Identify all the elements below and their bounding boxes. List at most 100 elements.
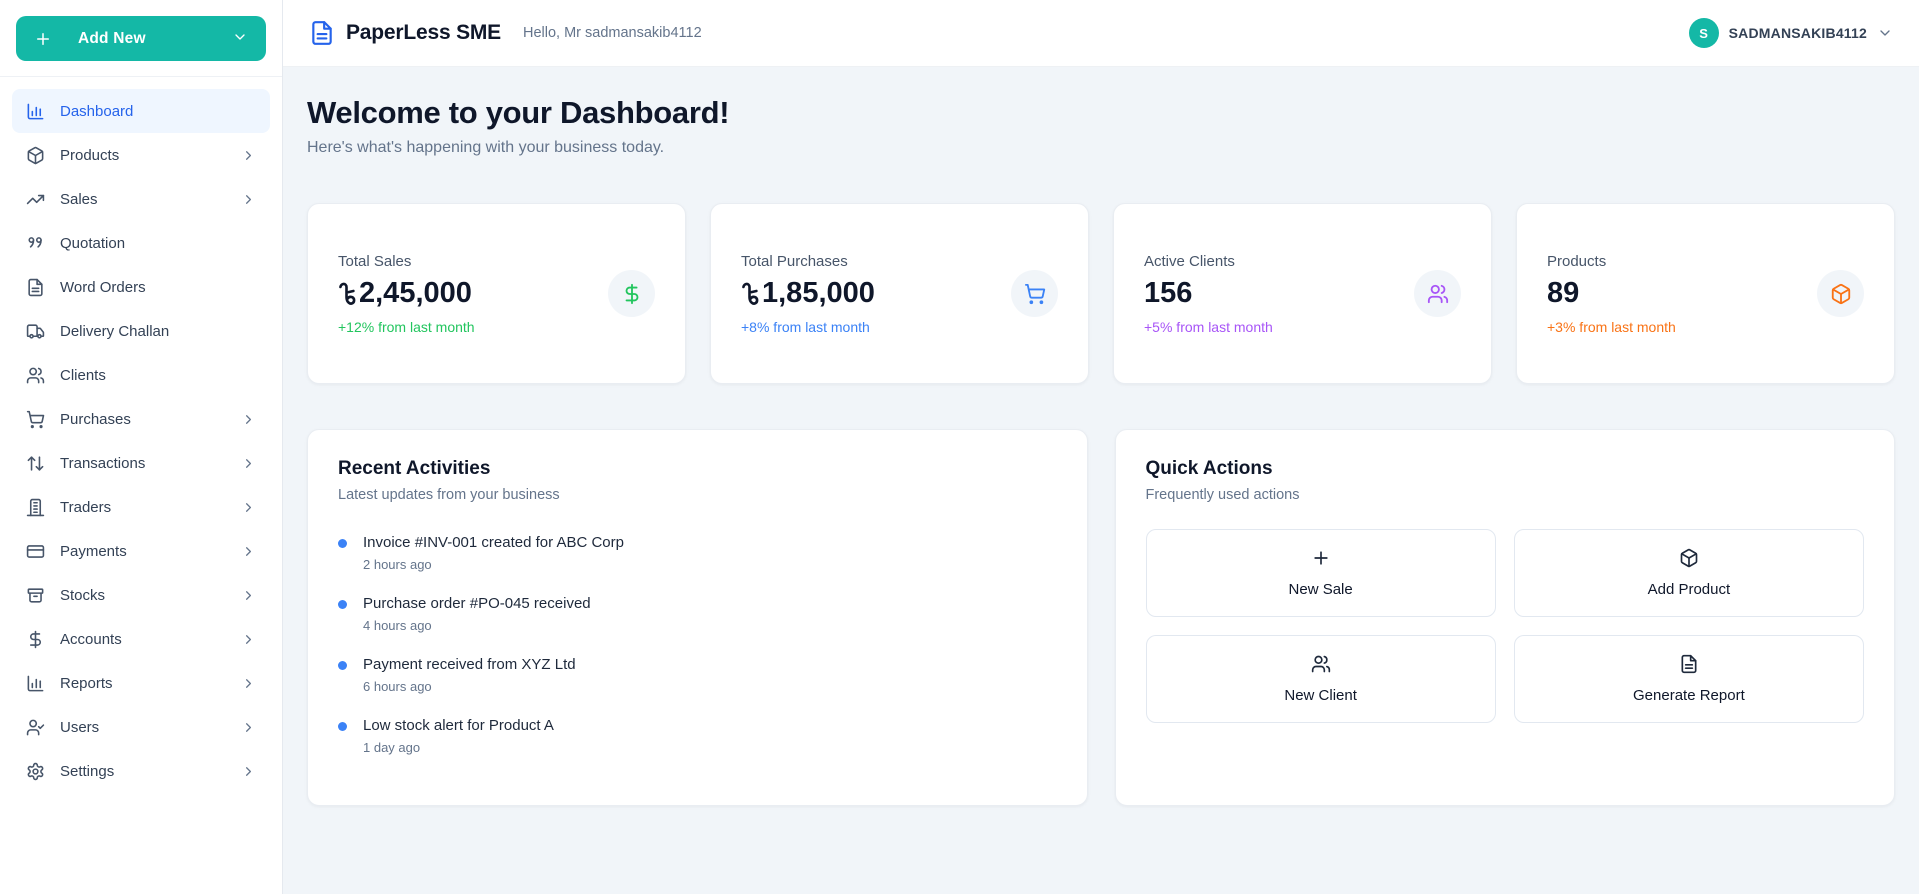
sidebar-item-accounts[interactable]: Accounts — [12, 617, 270, 661]
stat-delta: +3% from last month — [1547, 319, 1676, 335]
sidebar-item-traders[interactable]: Traders — [12, 485, 270, 529]
header: PaperLess SME Hello, Mr sadmansakib4112 … — [283, 0, 1919, 67]
chevron-right-icon — [241, 500, 256, 515]
stat-value: 2,45,000 — [338, 277, 475, 310]
sidebar-item-label: Stocks — [60, 587, 105, 604]
sidebar-item-label: Settings — [60, 763, 114, 780]
sidebar-item-products[interactable]: Products — [12, 133, 270, 177]
stat-label: Active Clients — [1144, 253, 1273, 270]
shopping-cart-icon — [26, 410, 45, 429]
stat-card-products: Products 89 +3% from last month — [1516, 203, 1895, 384]
sidebar-item-label: Purchases — [60, 411, 131, 428]
activity-item: Payment received from XYZ Ltd 6 hours ag… — [338, 655, 1057, 694]
package-icon — [1679, 548, 1699, 568]
users-icon — [26, 366, 45, 385]
panel-title: Recent Activities — [338, 458, 1057, 480]
gear-icon — [26, 762, 45, 781]
package-icon — [26, 146, 45, 165]
sidebar-item-word-orders[interactable]: Word Orders — [12, 265, 270, 309]
add-product-button[interactable]: Add Product — [1514, 529, 1864, 617]
username: SADMANSAKIB4112 — [1729, 25, 1867, 41]
sidebar-item-users[interactable]: Users — [12, 705, 270, 749]
chevron-right-icon — [241, 456, 256, 471]
activity-time: 6 hours ago — [363, 679, 576, 694]
plus-icon — [1311, 548, 1331, 568]
activity-item: Low stock alert for Product A 1 day ago — [338, 716, 1057, 755]
avatar: S — [1689, 18, 1719, 48]
sidebar-item-quotation[interactable]: Quotation — [12, 221, 270, 265]
add-new-label: Add New — [78, 30, 146, 48]
sidebar-item-clients[interactable]: Clients — [12, 353, 270, 397]
taka-currency-symbol — [741, 281, 759, 306]
stat-value: 156 — [1144, 277, 1273, 310]
package-icon — [1817, 270, 1864, 317]
sidebar-item-label: Quotation — [60, 235, 125, 252]
building-icon — [26, 498, 45, 517]
quote-icon — [26, 234, 45, 253]
users-icon — [1414, 270, 1461, 317]
stat-label: Total Purchases — [741, 253, 875, 270]
sidebar-item-stocks[interactable]: Stocks — [12, 573, 270, 617]
chevron-down-icon — [1877, 25, 1893, 41]
truck-icon — [26, 322, 45, 341]
credit-card-icon — [26, 542, 45, 561]
quick-actions-panel: Quick Actions Frequently used actions Ne… — [1115, 429, 1896, 806]
app-root: Add New Dashboard Products Sales — [0, 0, 1919, 894]
sidebar: Add New Dashboard Products Sales — [0, 0, 283, 894]
sidebar-item-sales[interactable]: Sales — [12, 177, 270, 221]
plus-icon — [34, 30, 52, 48]
stat-card-total-sales: Total Sales 2,45,000 +12% from last mont… — [307, 203, 686, 384]
sidebar-item-label: Accounts — [60, 631, 122, 648]
main-column: PaperLess SME Hello, Mr sadmansakib4112 … — [283, 0, 1919, 894]
sidebar-item-purchases[interactable]: Purchases — [12, 397, 270, 441]
sidebar-item-label: Transactions — [60, 455, 145, 472]
quick-actions-grid: New Sale Add Product New Client Gen — [1146, 529, 1865, 723]
new-sale-button[interactable]: New Sale — [1146, 529, 1496, 617]
chevron-right-icon — [241, 588, 256, 603]
chevron-right-icon — [241, 720, 256, 735]
stat-delta: +12% from last month — [338, 319, 475, 335]
chevron-right-icon — [241, 676, 256, 691]
chevron-right-icon — [241, 632, 256, 647]
add-new-button[interactable]: Add New — [16, 16, 266, 61]
sidebar-item-label: Payments — [60, 543, 127, 560]
stat-label: Total Sales — [338, 253, 475, 270]
sidebar-item-dashboard[interactable]: Dashboard — [12, 89, 270, 133]
panel-subtitle: Frequently used actions — [1146, 487, 1865, 503]
stat-label: Products — [1547, 253, 1676, 270]
sidebar-item-payments[interactable]: Payments — [12, 529, 270, 573]
chevron-right-icon — [241, 192, 256, 207]
sidebar-item-label: Delivery Challan — [60, 323, 169, 340]
dashboard-content: Welcome to your Dashboard! Here's what's… — [283, 67, 1919, 834]
generate-report-button[interactable]: Generate Report — [1514, 635, 1864, 723]
activity-time: 2 hours ago — [363, 557, 624, 572]
shopping-cart-icon — [1011, 270, 1058, 317]
panels-row: Recent Activities Latest updates from yo… — [307, 429, 1895, 806]
app-logo-icon — [309, 20, 335, 46]
sidebar-top: Add New — [0, 0, 282, 77]
archive-icon — [26, 586, 45, 605]
chevron-right-icon — [241, 412, 256, 427]
activity-list: Invoice #INV-001 created for ABC Corp 2 … — [338, 533, 1057, 755]
sidebar-item-label: Users — [60, 719, 99, 736]
panel-title: Quick Actions — [1146, 458, 1865, 480]
new-client-button[interactable]: New Client — [1146, 635, 1496, 723]
stat-delta: +5% from last month — [1144, 319, 1273, 335]
arrows-up-down-icon — [26, 454, 45, 473]
activity-text: Invoice #INV-001 created for ABC Corp — [363, 533, 624, 552]
activity-text: Low stock alert for Product A — [363, 716, 554, 735]
activity-text: Payment received from XYZ Ltd — [363, 655, 576, 674]
user-menu[interactable]: S SADMANSAKIB4112 — [1689, 18, 1893, 48]
chevron-right-icon — [241, 544, 256, 559]
bullet-dot — [338, 600, 347, 609]
recent-activities-panel: Recent Activities Latest updates from yo… — [307, 429, 1088, 806]
stat-card-active-clients: Active Clients 156 +5% from last month — [1113, 203, 1492, 384]
sidebar-item-label: Sales — [60, 191, 98, 208]
sidebar-item-reports[interactable]: Reports — [12, 661, 270, 705]
sidebar-item-settings[interactable]: Settings — [12, 749, 270, 793]
activity-item: Purchase order #PO-045 received 4 hours … — [338, 594, 1057, 633]
sidebar-item-transactions[interactable]: Transactions — [12, 441, 270, 485]
chevron-down-icon — [232, 29, 248, 48]
sidebar-item-delivery-challan[interactable]: Delivery Challan — [12, 309, 270, 353]
page-subtitle: Here's what's happening with your busine… — [307, 137, 1895, 159]
